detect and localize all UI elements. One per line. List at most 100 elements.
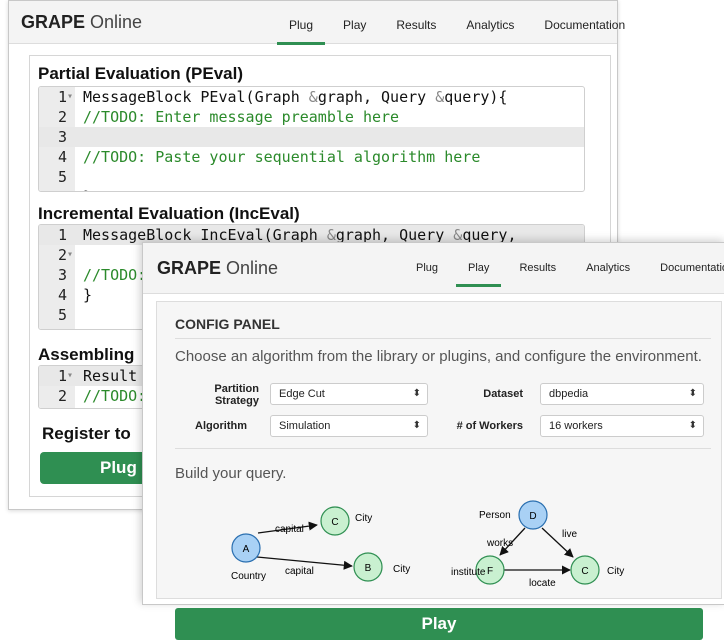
code-text: MessageBlock PEval(Graph &graph, Query &…: [83, 87, 507, 107]
edge-ab-label: capital: [285, 566, 314, 577]
tab-results[interactable]: Results: [519, 262, 556, 274]
workers-label: # of Workers: [456, 420, 523, 432]
divider: [175, 448, 711, 449]
tab-results[interactable]: Results: [396, 18, 436, 32]
panel-description: Choose an algorithm from the library or …: [175, 348, 702, 365]
line-number: 2: [57, 246, 67, 264]
institute-label: institute: [451, 567, 486, 578]
peval-title: Partial Evaluation (PEval): [38, 64, 244, 83]
node-c-label: C: [331, 517, 338, 528]
partition-value: Edge Cut: [279, 388, 325, 400]
select-arrows-icon: ⬍: [412, 388, 421, 399]
code-token: }: [83, 286, 93, 304]
algorithm-select[interactable]: Simulation ⬍: [270, 415, 428, 437]
line-number: 2: [57, 387, 67, 405]
code-text: //TODO:: [83, 265, 146, 285]
tab-plug[interactable]: Plug: [416, 262, 438, 274]
tab-play[interactable]: Play: [343, 18, 366, 32]
partition-strategy-label: Partition Strategy: [169, 383, 259, 407]
top-navbar: GRAPE Online Plug Play Results Analytics…: [9, 1, 625, 45]
code-line[interactable]: 5: [39, 167, 584, 187]
code-line[interactable]: 2 //TODO: Enter message preamble here: [39, 107, 584, 127]
divider: [175, 338, 711, 339]
fold-arrow-icon[interactable]: ▾: [67, 87, 75, 107]
line-number: 3: [57, 266, 67, 284]
fold-arrow-icon[interactable]: ▾: [67, 245, 75, 265]
peval-code-editor[interactable]: 1 ▾ MessageBlock PEval(Graph &graph, Query…: [38, 86, 585, 192]
code-token: //TODO:: [83, 266, 147, 284]
code-line[interactable]: 4 //TODO: Paste your sequential algorithm…: [39, 147, 584, 167]
code-token: graph, Query: [317, 88, 436, 106]
line-number: 1: [57, 367, 67, 385]
dataset-value: dbpedia: [549, 388, 589, 400]
person-label: Person: [479, 510, 511, 521]
register-text: Register to: [42, 424, 131, 443]
select-arrows-icon: ⬍: [688, 388, 697, 399]
edge-dc-label: live: [562, 529, 577, 540]
dataset-label: Dataset: [483, 388, 523, 400]
country-label: Country: [231, 571, 266, 582]
code-token: //TODO:: [83, 387, 147, 405]
node-f-label: F: [487, 566, 493, 577]
node-b-label: B: [365, 563, 372, 574]
play-button[interactable]: Play: [175, 608, 703, 640]
fold-arrow-icon[interactable]: ▾: [67, 366, 75, 386]
code-token: //TODO: Paste your sequential algorithm …: [83, 148, 481, 166]
partition-label-line2: Strategy: [214, 395, 259, 407]
node-c2-label: C: [581, 566, 588, 577]
line-number: 5: [57, 168, 67, 186]
code-token: MessageBlock PEval(Graph: [83, 88, 309, 106]
brand-logo[interactable]: GRAPE Online: [21, 12, 142, 33]
code-text: //TODO:: [83, 386, 146, 406]
code-text: }: [83, 285, 92, 305]
city-c-label: City: [355, 513, 372, 524]
nav-tabs: Plug Play Results Analytics Documentatio…: [276, 18, 625, 45]
brand-logo[interactable]: GRAPE Online: [157, 258, 278, 279]
code-text: //TODO: Paste your sequential algorithm …: [83, 147, 480, 167]
query-graph-canvas[interactable]: A C B Country City City capital capital …: [157, 452, 719, 592]
tab-documentation[interactable]: Documentation: [544, 18, 625, 32]
node-a-label: A: [243, 544, 250, 555]
brand-bold: GRAPE: [21, 12, 86, 32]
line-number: 4: [57, 286, 67, 304]
brand-rest: Online: [85, 12, 143, 32]
edge-df-label: works: [486, 538, 513, 549]
brand-rest: Online: [221, 258, 279, 278]
partition-label-line1: Partition: [214, 383, 259, 395]
tab-plug[interactable]: Plug: [276, 18, 326, 45]
line-number: 2: [57, 108, 67, 126]
inceval-title: Incremental Evaluation (IncEval): [38, 204, 300, 223]
code-line[interactable]: 3: [39, 127, 584, 147]
tab-analytics[interactable]: Analytics: [586, 262, 630, 274]
edge-fc-label: locate: [529, 578, 556, 589]
workers-value: 16 workers: [549, 420, 603, 432]
tab-documentation[interactable]: Documentation: [660, 262, 724, 274]
line-number: 1: [57, 88, 67, 106]
brand-bold: GRAPE: [157, 258, 222, 278]
code-token-operator: &: [435, 88, 445, 106]
partition-strategy-select[interactable]: Edge Cut ⬍: [270, 383, 428, 405]
edge-a-b: [256, 556, 353, 570]
dataset-select[interactable]: dbpedia ⬍: [540, 383, 704, 405]
line-number: 6: [39, 187, 67, 191]
city-b-label: City: [393, 564, 410, 575]
line-number: 3: [57, 128, 67, 146]
workers-select[interactable]: 16 workers ⬍: [540, 415, 704, 437]
select-arrows-icon: ⬍: [412, 420, 421, 431]
algorithm-value: Simulation: [279, 420, 331, 432]
code-line[interactable]: 1 ▾ MessageBlock PEval(Graph &graph, Query…: [39, 87, 584, 107]
top-navbar: GRAPE Online Plug Play Results Analytics…: [143, 243, 724, 294]
city-label: City: [607, 566, 624, 577]
code-token: //TODO: Enter message preamble here: [83, 108, 400, 126]
code-token: }: [83, 188, 92, 191]
config-panel: CONFIG PANEL Choose an algorithm from th…: [156, 301, 722, 640]
nav-tabs: Plug Play Results Analytics Documentatio…: [416, 262, 724, 287]
code-text: //TODO: Enter message preamble here: [83, 107, 399, 127]
edge-ac-label: capital: [275, 524, 304, 535]
node-d-label: D: [529, 511, 536, 522]
code-line[interactable]: 6}: [39, 187, 584, 191]
tab-play[interactable]: Play: [455, 262, 503, 287]
code-token: query){: [444, 88, 508, 106]
line-number: 1: [57, 226, 67, 244]
tab-analytics[interactable]: Analytics: [466, 18, 514, 32]
